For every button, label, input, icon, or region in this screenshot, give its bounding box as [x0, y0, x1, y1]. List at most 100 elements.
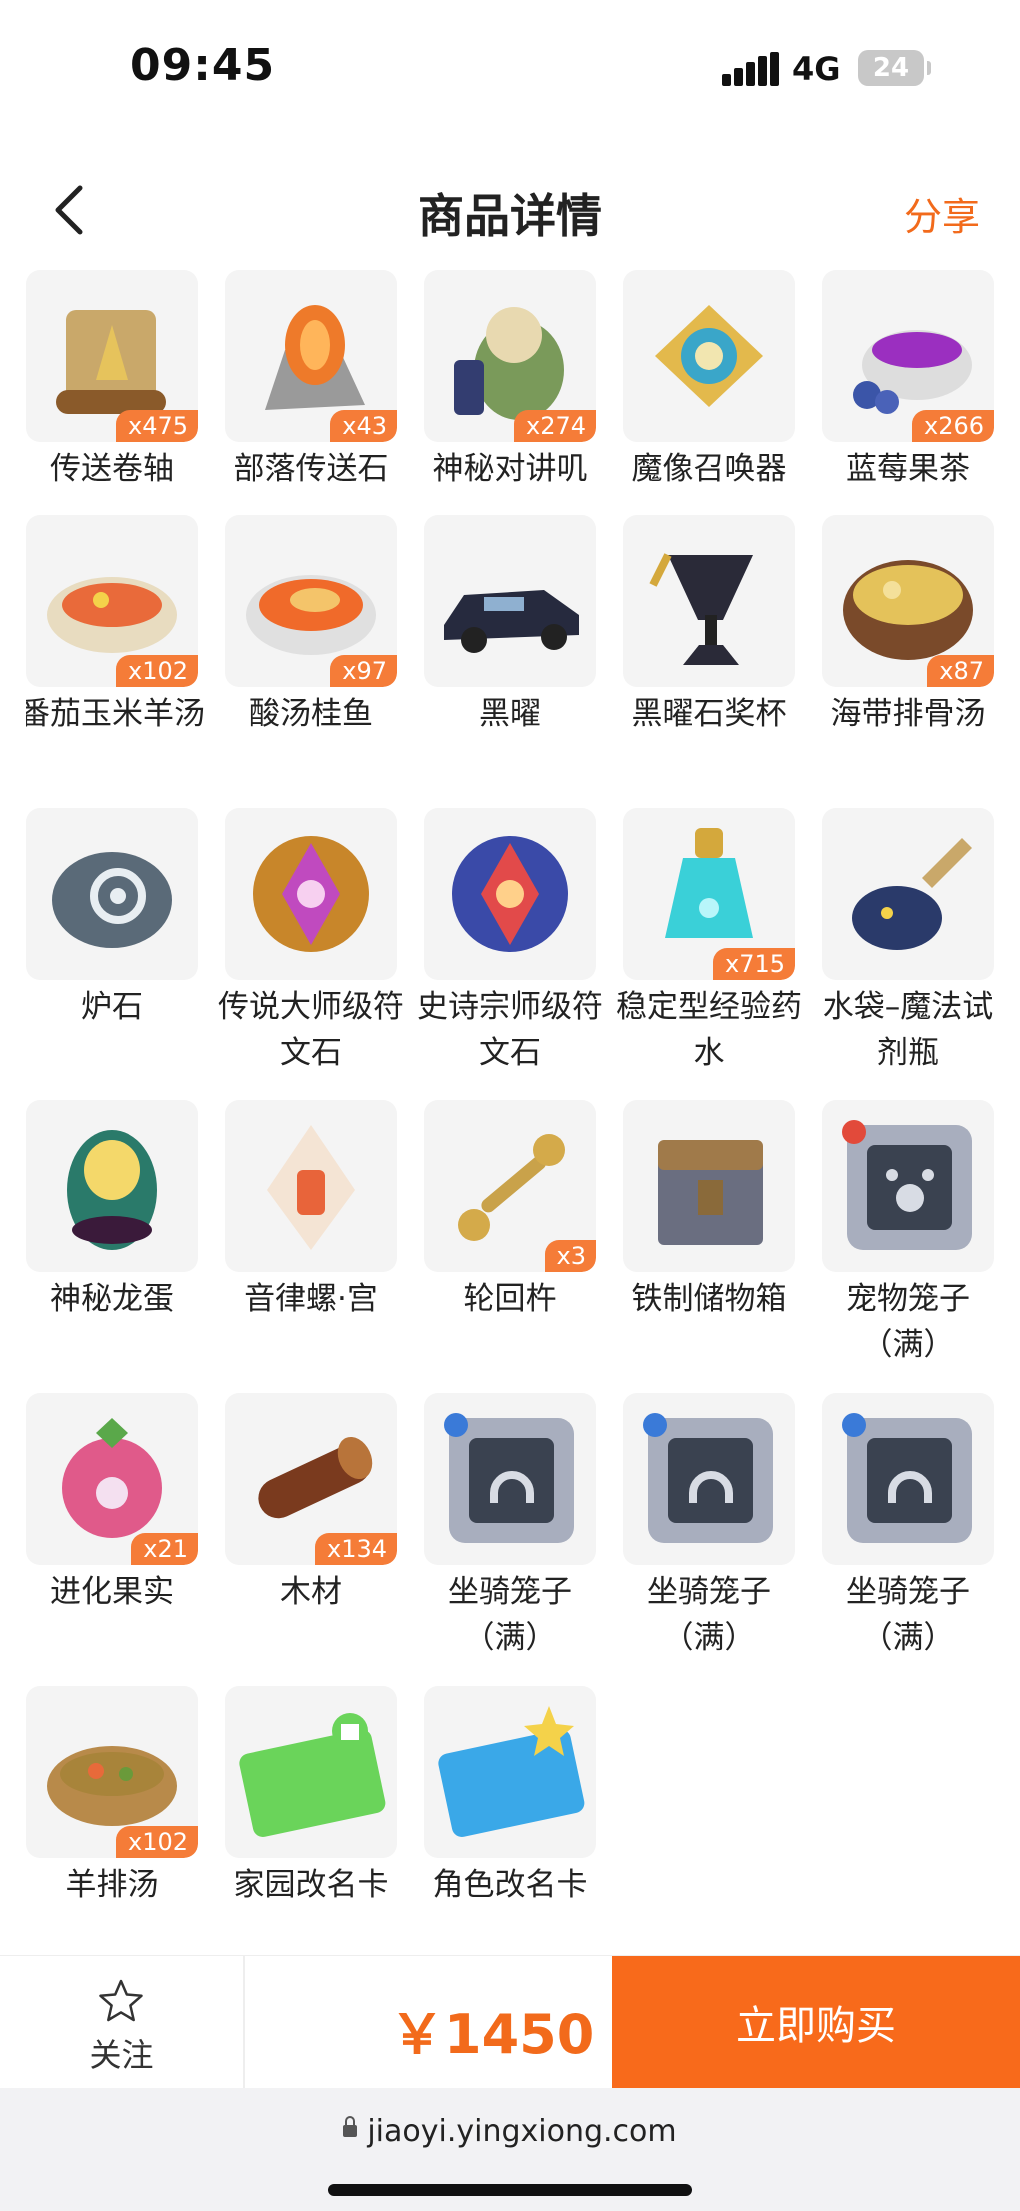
list-item[interactable]: 坐骑笼子（满） [822, 1393, 994, 1661]
list-item[interactable]: 神秘龙蛋 [26, 1100, 198, 1322]
buy-now-button[interactable]: 立即购买 [612, 1956, 1020, 2088]
list-item[interactable]: x102 番茄玉米羊汤 [26, 515, 205, 737]
quantity-badge: x3 [544, 1240, 596, 1272]
list-item[interactable]: 家园改名卡 [225, 1686, 397, 1908]
list-item[interactable]: x134 木材 [225, 1393, 397, 1615]
list-item[interactable]: 宠物笼子（满） [822, 1100, 994, 1368]
list-item[interactable]: x266 蓝莓果茶 [822, 270, 994, 492]
obsidian-trophy-icon [649, 553, 753, 665]
home-indicator[interactable] [328, 2184, 692, 2196]
item-name: 羊排汤 [65, 1867, 159, 1903]
item-name: 神秘龙蛋 [50, 1281, 174, 1317]
list-item[interactable]: 黑曜石奖杯 [623, 515, 795, 737]
list-item[interactable]: 史诗宗师级符文石 [417, 808, 603, 1076]
item-grid: x475 传送卷轴 x43 部落传送石 x274 神秘对讲叽 魔像召唤器 x266 蓝莓果茶 x1… [26, 270, 1006, 1930]
list-item[interactable]: x21 进化果实 [26, 1393, 198, 1615]
legendary-rune-icon [253, 836, 369, 952]
list-item[interactable]: 传说大师级符文石 [218, 808, 404, 1076]
battery-icon: 24 [858, 50, 931, 86]
item-name: 传送卷轴 [50, 451, 174, 487]
item-thumbnail [424, 515, 596, 687]
item-name: 酸汤桂鱼 [249, 696, 373, 732]
epic-rune-icon [452, 836, 568, 952]
item-thumbnail: x266 [822, 270, 994, 442]
mount-cage-icon [643, 1413, 773, 1543]
golem-summoner-icon [655, 305, 763, 407]
list-item[interactable]: 角色改名卡 [424, 1686, 596, 1908]
item-thumbnail: x274 [424, 270, 596, 442]
quantity-badge: x102 [115, 655, 198, 687]
quantity-badge: x134 [314, 1533, 397, 1565]
item-thumbnail [822, 808, 994, 980]
follow-label: 关注 [89, 2036, 154, 2074]
item-thumbnail: x3 [424, 1100, 596, 1272]
item-name: 坐骑笼子（满） [448, 1574, 572, 1656]
item-thumbnail: x102 [26, 515, 198, 687]
list-item[interactable]: x102 羊排汤 [26, 1686, 198, 1908]
list-item[interactable]: x274 神秘对讲叽 [424, 270, 596, 492]
list-item[interactable]: x475 传送卷轴 [26, 270, 198, 492]
item-thumbnail [822, 1393, 994, 1565]
follow-button[interactable]: 关注 [0, 1956, 245, 2088]
item-name: 部落传送石 [233, 451, 389, 487]
item-thumbnail: x21 [26, 1393, 198, 1565]
item-thumbnail: x715 [623, 808, 795, 980]
mount-cage-icon [842, 1413, 972, 1543]
item-thumbnail [26, 808, 198, 980]
signal-icon [722, 52, 780, 86]
battery-level: 24 [872, 53, 910, 83]
item-name: 铁制储物箱 [631, 1281, 787, 1317]
item-thumbnail: x475 [26, 270, 198, 442]
item-name: 木材 [280, 1574, 342, 1610]
item-thumbnail [623, 515, 795, 687]
item-name: 音律螺·宫 [244, 1281, 378, 1317]
item-name: 坐骑笼子（满） [647, 1574, 771, 1656]
list-item[interactable]: x43 部落传送石 [225, 270, 397, 492]
item-name: 进化果实 [50, 1574, 174, 1610]
storage-chest-icon [658, 1140, 763, 1245]
list-item[interactable]: x97 酸汤桂鱼 [225, 515, 397, 737]
quantity-badge: x715 [712, 948, 795, 980]
list-item[interactable]: 黑曜 [424, 515, 596, 737]
list-item[interactable]: 铁制储物箱 [623, 1100, 795, 1322]
item-thumbnail [822, 1100, 994, 1272]
dragon-egg-icon [67, 1130, 157, 1250]
list-item[interactable]: x3 轮回杵 [424, 1100, 596, 1322]
quantity-badge: x97 [330, 655, 397, 687]
list-item[interactable]: 水袋–魔法试剂瓶 [822, 808, 994, 1076]
item-name: 水袋–魔法试剂瓶 [822, 989, 994, 1071]
item-thumbnail: x97 [225, 515, 397, 687]
black-car-icon [444, 590, 579, 653]
price: ￥1450 [390, 2003, 595, 2066]
item-name: 传说大师级符文石 [218, 989, 404, 1071]
quantity-badge: x43 [330, 410, 397, 442]
item-name: 轮回杵 [463, 1281, 557, 1317]
list-item[interactable]: 炉石 [26, 808, 198, 1030]
list-item[interactable]: 坐骑笼子（满） [623, 1393, 795, 1661]
bottom-action-bar: 关注 ￥1450 立即购买 [0, 1955, 1020, 2088]
nav-header: 商品详情 分享 [0, 160, 1020, 260]
hearthstone-icon [52, 852, 172, 948]
list-item[interactable]: 音律螺·宫 [225, 1100, 397, 1322]
item-name: 黑曜石奖杯 [631, 696, 787, 732]
item-name: 炉石 [81, 989, 143, 1025]
item-thumbnail: x102 [26, 1686, 198, 1858]
item-name: 黑曜 [479, 696, 541, 732]
quantity-badge: x87 [927, 655, 994, 687]
item-thumbnail [225, 1100, 397, 1272]
list-item[interactable]: x87 海带排骨汤 [822, 515, 994, 737]
item-thumbnail [623, 1393, 795, 1565]
url-field[interactable]: jiaoyi.yingxiong.com [0, 2114, 1020, 2149]
share-button[interactable]: 分享 [904, 186, 980, 241]
list-item[interactable]: 坐骑笼子（满） [424, 1393, 596, 1661]
item-name: 魔像召唤器 [631, 451, 787, 487]
role-rename-card-icon [438, 1706, 585, 1837]
item-name: 神秘对讲叽 [432, 451, 588, 487]
list-item[interactable]: x715 稳定型经验药水 [616, 808, 802, 1076]
item-thumbnail [623, 270, 795, 442]
item-thumbnail [225, 1686, 397, 1858]
list-item[interactable]: 魔像召唤器 [623, 270, 795, 492]
conch-icon [267, 1125, 355, 1250]
item-thumbnail [424, 808, 596, 980]
home-rename-card-icon [239, 1713, 386, 1837]
